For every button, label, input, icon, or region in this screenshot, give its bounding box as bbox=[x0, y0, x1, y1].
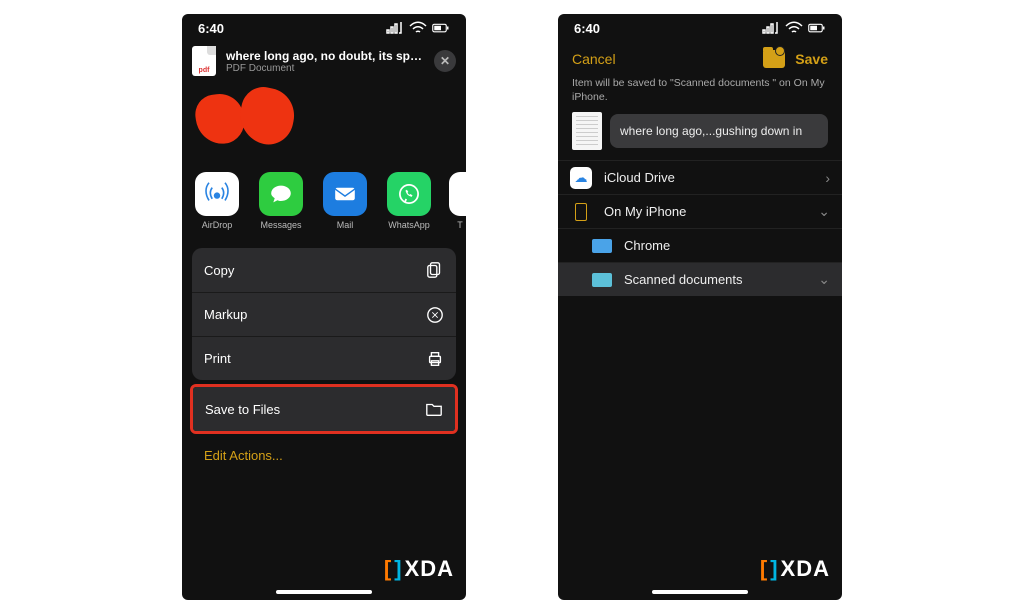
messages-icon bbox=[259, 172, 303, 216]
app-mail[interactable]: Mail bbox=[320, 172, 370, 230]
app-whatsapp[interactable]: WhatsApp bbox=[384, 172, 434, 230]
app-messages[interactable]: Messages bbox=[256, 172, 306, 230]
location-icloud-drive[interactable]: ☁︎ iCloud Drive › bbox=[558, 160, 842, 194]
status-indicators bbox=[762, 19, 826, 37]
share-apps-row: AirDrop Messages Mail WhatsApp T bbox=[182, 166, 466, 234]
action-save-to-files[interactable]: Save to Files bbox=[193, 387, 455, 431]
location-label: On My iPhone bbox=[604, 204, 686, 219]
share-header: pdf where long ago, no doubt, its sprin.… bbox=[182, 42, 466, 82]
status-indicators bbox=[386, 19, 450, 37]
action-markup[interactable]: Markup bbox=[192, 292, 456, 336]
wifi-icon bbox=[409, 19, 427, 37]
app-label: WhatsApp bbox=[384, 220, 434, 230]
location-label: iCloud Drive bbox=[604, 170, 675, 185]
home-indicator[interactable] bbox=[276, 590, 372, 594]
action-label: Save to Files bbox=[205, 402, 280, 417]
redaction-mark bbox=[235, 83, 299, 149]
app-label: Messages bbox=[256, 220, 306, 230]
whatsapp-icon bbox=[387, 172, 431, 216]
print-icon bbox=[426, 350, 444, 368]
highlight-save-to-files: Save to Files bbox=[190, 384, 458, 434]
new-folder-icon[interactable] bbox=[763, 50, 785, 68]
document-thumb-icon bbox=[572, 112, 602, 150]
cancel-button[interactable]: Cancel bbox=[572, 51, 616, 67]
phone-save-to-files: 6:40 Cancel Save Item will be saved to "… bbox=[558, 14, 842, 600]
iphone-icon bbox=[570, 201, 592, 223]
chevron-right-icon: › bbox=[825, 170, 830, 186]
document-title: where long ago, no doubt, its sprin... bbox=[226, 49, 424, 63]
folder-icon bbox=[425, 400, 443, 418]
pdf-doc-icon: pdf bbox=[192, 46, 216, 76]
folder-chrome[interactable]: Chrome bbox=[558, 228, 842, 262]
markup-icon bbox=[426, 306, 444, 324]
mail-icon bbox=[323, 172, 367, 216]
app-label: Mail bbox=[320, 220, 370, 230]
file-rename-row: where long ago,...gushing down in bbox=[558, 112, 842, 160]
app-airdrop[interactable]: AirDrop bbox=[192, 172, 242, 230]
location-on-my-iphone[interactable]: On My iPhone ⌄ bbox=[558, 194, 842, 228]
save-location-hint: Item will be saved to "Scanned documents… bbox=[558, 72, 842, 112]
redaction-mark bbox=[193, 91, 247, 147]
app-label: T bbox=[448, 220, 466, 230]
signal-icon bbox=[386, 19, 404, 37]
action-copy[interactable]: Copy bbox=[192, 248, 456, 292]
location-label: Chrome bbox=[624, 238, 670, 253]
files-navbar: Cancel Save bbox=[558, 42, 842, 72]
status-bar: 6:40 bbox=[558, 14, 842, 42]
phone-share-sheet: 6:40 pdf where long ago, no doubt, its s… bbox=[182, 14, 466, 600]
battery-icon bbox=[808, 19, 826, 37]
watermark: []XDA bbox=[760, 556, 830, 582]
document-preview bbox=[182, 82, 466, 166]
icloud-icon: ☁︎ bbox=[570, 167, 592, 189]
filename-input[interactable]: where long ago,...gushing down in bbox=[610, 114, 828, 148]
status-time: 6:40 bbox=[574, 21, 600, 36]
battery-icon bbox=[432, 19, 450, 37]
airdrop-icon bbox=[195, 172, 239, 216]
close-icon[interactable]: ✕ bbox=[434, 50, 456, 72]
home-indicator[interactable] bbox=[652, 590, 748, 594]
app-icon-partial bbox=[449, 172, 466, 216]
wifi-icon bbox=[785, 19, 803, 37]
chevron-down-icon: ⌄ bbox=[818, 203, 830, 220]
location-label: Scanned documents bbox=[624, 272, 743, 287]
watermark: []XDA bbox=[384, 556, 454, 582]
action-label: Copy bbox=[204, 263, 234, 278]
status-time: 6:40 bbox=[198, 21, 224, 36]
status-bar: 6:40 bbox=[182, 14, 466, 42]
actions-list: Copy Markup Print bbox=[192, 248, 456, 380]
action-label: Print bbox=[204, 351, 231, 366]
app-label: AirDrop bbox=[192, 220, 242, 230]
save-button[interactable]: Save bbox=[795, 51, 828, 67]
folder-icon bbox=[592, 239, 612, 253]
document-subtitle: PDF Document bbox=[226, 63, 424, 74]
action-label: Markup bbox=[204, 307, 247, 322]
copy-icon bbox=[426, 261, 444, 279]
signal-icon bbox=[762, 19, 780, 37]
app-more[interactable]: T bbox=[448, 172, 466, 230]
action-print[interactable]: Print bbox=[192, 336, 456, 380]
edit-actions-link[interactable]: Edit Actions... bbox=[182, 434, 466, 477]
folder-scanned-documents[interactable]: Scanned documents ⌄ bbox=[558, 262, 842, 296]
chevron-down-icon: ⌄ bbox=[818, 271, 830, 288]
folder-icon bbox=[592, 273, 612, 287]
